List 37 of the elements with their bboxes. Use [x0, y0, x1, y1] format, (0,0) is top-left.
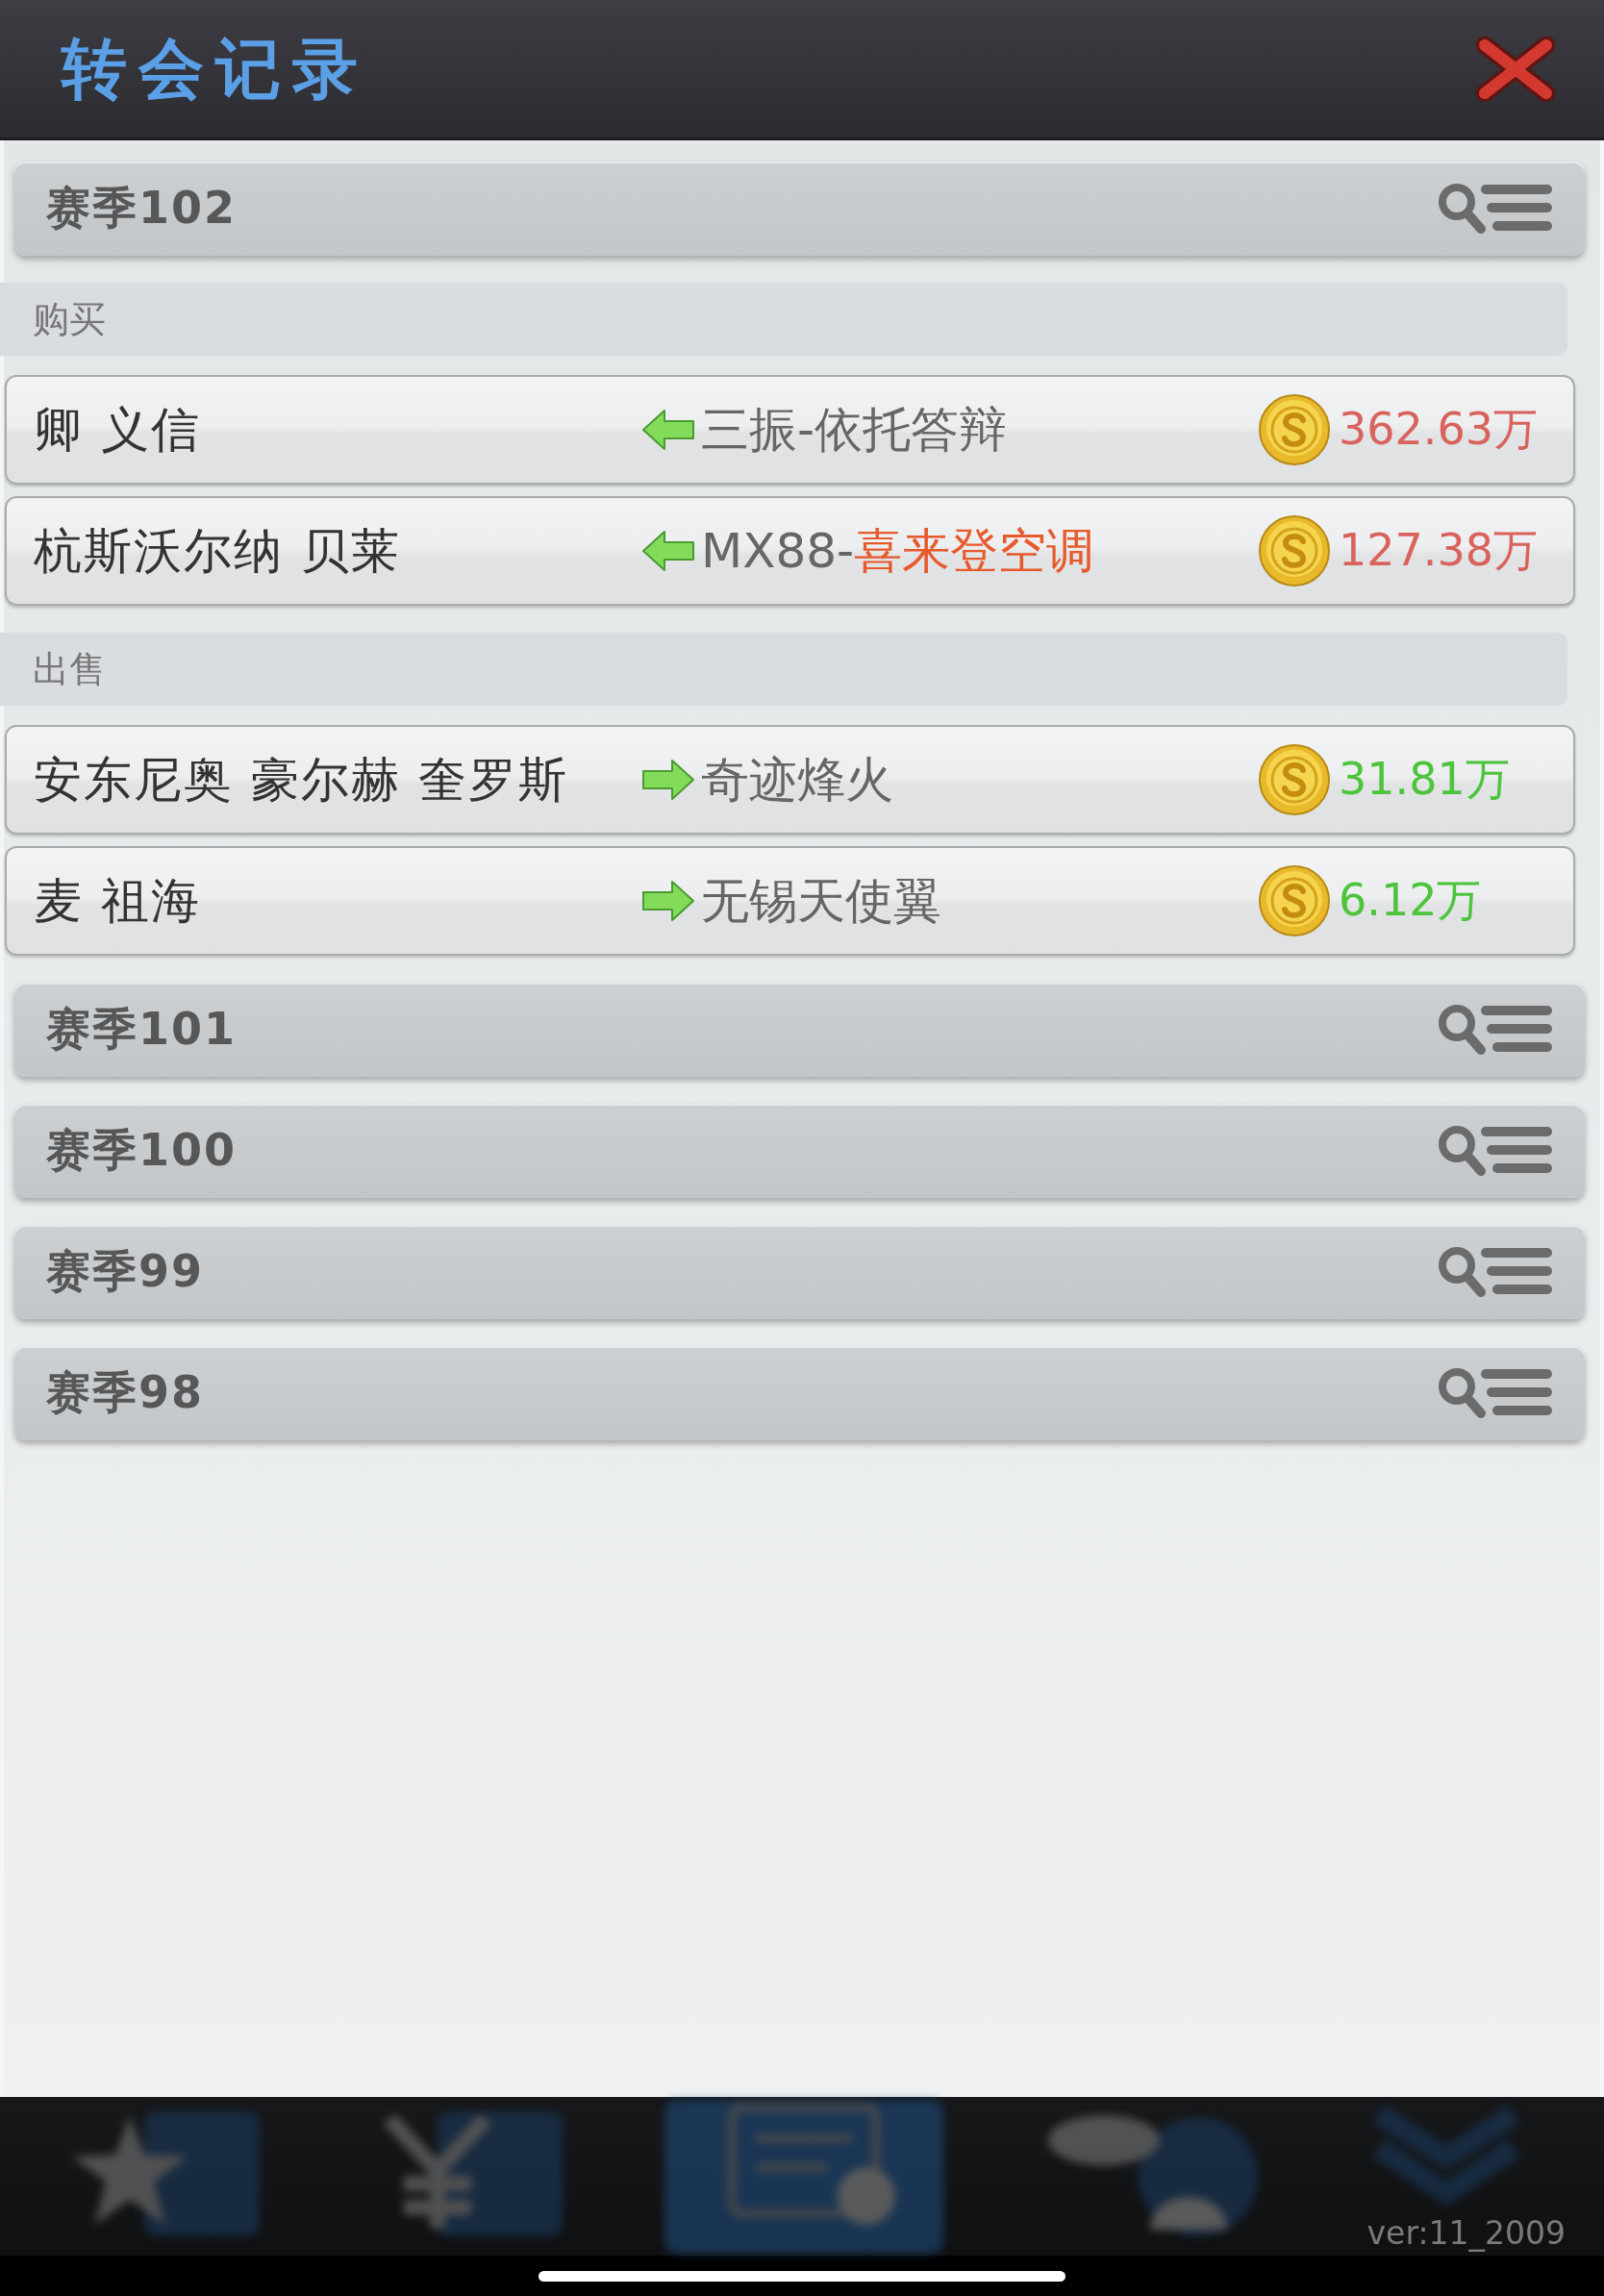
club-name: 奇迹烽火: [701, 750, 894, 810]
transfer-fee: 31.81万: [1339, 752, 1511, 807]
player-name: 杭斯沃尔纳 贝莱: [34, 521, 402, 581]
arrow-left-icon: [641, 409, 695, 451]
season-header[interactable]: 赛季98: [14, 1346, 1585, 1440]
search-list-icon: [1437, 1365, 1554, 1421]
menu-tile-icon[interactable]: [664, 2099, 943, 2254]
search-list-icon: [1437, 1002, 1554, 1058]
section-header: 出售: [0, 633, 1567, 706]
transfer-fee: 6.12万: [1339, 873, 1483, 928]
coin-icon: [1258, 743, 1331, 816]
search-list-icon: [1437, 1123, 1554, 1179]
close-button[interactable]: [1475, 36, 1556, 102]
transfer-fee: 362.63万: [1339, 402, 1539, 457]
season-header[interactable]: 赛季102: [14, 162, 1585, 256]
arrow-right-icon: [641, 759, 695, 801]
club-name: MX88-喜来登空调: [701, 521, 1096, 581]
version-label: ver:11_2009: [1366, 2214, 1566, 2252]
coin-icon: [1258, 514, 1331, 587]
season-header[interactable]: 赛季100: [14, 1104, 1585, 1198]
window-title: 转会记录: [62, 29, 369, 109]
transfer-fee: 127.38万: [1339, 523, 1539, 578]
player-name: 麦 祖海: [34, 871, 202, 931]
arrow-left-icon: [641, 530, 695, 572]
search-list-icon: [1437, 181, 1554, 237]
arrow-right-icon: [641, 880, 695, 922]
coin-icon: [1258, 864, 1331, 937]
search-list-icon: [1437, 1244, 1554, 1300]
season-header[interactable]: 赛季99: [14, 1225, 1585, 1319]
season-header[interactable]: 赛季101: [14, 983, 1585, 1077]
player-name: 卿 义信: [34, 400, 202, 460]
close-icon: [1475, 36, 1556, 102]
club-name: 三振-依托答辩: [701, 400, 1009, 460]
player-name: 安东尼奥 豪尔赫 奎罗斯: [34, 750, 569, 810]
coin-icon: [1258, 393, 1331, 466]
club-name: 无锡天使翼: [701, 871, 942, 931]
section-header: 购买: [0, 283, 1567, 356]
